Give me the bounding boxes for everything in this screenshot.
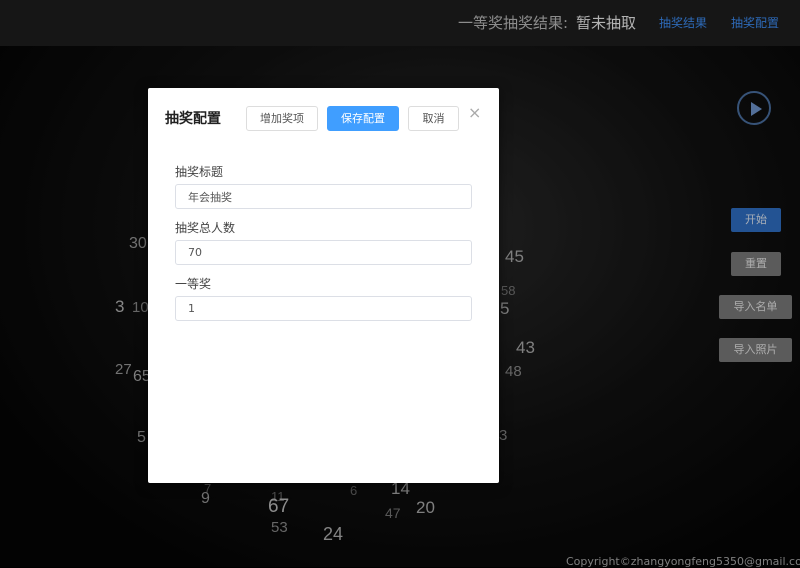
cancel-button[interactable]: 取消 — [408, 106, 459, 131]
add-prize-button[interactable]: 增加奖项 — [246, 106, 318, 131]
close-icon[interactable]: × — [468, 103, 481, 122]
lottery-config-dialog: 抽奖配置 增加奖项 保存配置 取消 × 抽奖标题 抽奖总人数 一等奖 — [148, 88, 499, 483]
field-label-first-prize: 一等奖 — [175, 277, 212, 291]
total-participants-input[interactable] — [175, 240, 472, 265]
dialog-title: 抽奖配置 — [165, 111, 221, 127]
lottery-title-input[interactable] — [175, 184, 472, 209]
save-config-button[interactable]: 保存配置 — [327, 106, 399, 131]
field-label-total: 抽奖总人数 — [175, 221, 236, 235]
first-prize-count-input[interactable] — [175, 296, 472, 321]
field-label-title: 抽奖标题 — [175, 165, 224, 179]
